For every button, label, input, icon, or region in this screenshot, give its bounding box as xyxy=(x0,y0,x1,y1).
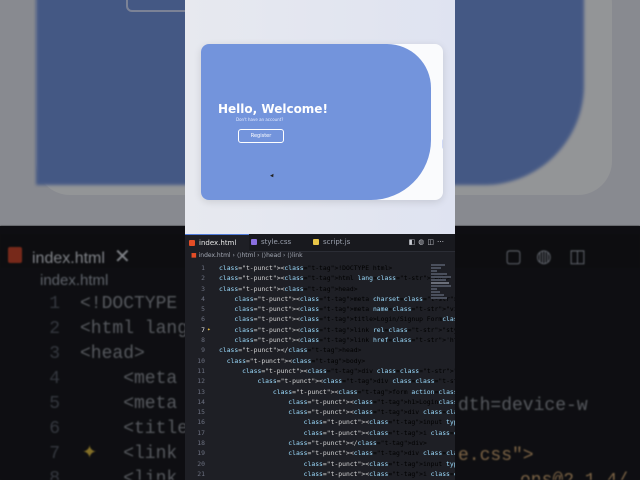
line-code: class="t-punct"><class="t-tag">head> xyxy=(219,284,358,293)
code-line[interactable]: 1 class="t-punct"><class="t-tag">!DOCTYPE… xyxy=(185,263,455,273)
line-number: 17 xyxy=(197,428,205,437)
line-number: 4 xyxy=(201,294,205,303)
tab-label: script.js xyxy=(323,238,351,246)
code-line[interactable]: 11 class="t-punct"><class="t-tag">div cl… xyxy=(185,366,455,376)
line-code: class="t-punct"><class="t-tag">html lang… xyxy=(219,274,450,283)
line-code: class="t-punct"><class="t-tag">h1>Loginc… xyxy=(288,397,455,406)
tab-index-html[interactable]: index.html xyxy=(185,234,249,252)
more-actions-icon[interactable]: ⋯ xyxy=(437,239,447,246)
line-code: class="t-punct"><class="t-tag">meta char… xyxy=(234,294,455,303)
line-number: 21 xyxy=(197,469,205,478)
code-line[interactable]: 2 class="t-punct"><class="t-tag">html lan… xyxy=(185,273,455,283)
login-form-card: Hello, Welcome! Don't have an account? R… xyxy=(201,44,443,200)
code-line[interactable]: 16 class="t-punct"><class="t-tag">input … xyxy=(185,417,455,427)
screen-recording-panel: Hello, Welcome! Don't have an account? R… xyxy=(185,0,455,480)
code-line[interactable]: 6 class="t-punct"><class="t-tag">title>L… xyxy=(185,314,455,324)
line-number: 15 xyxy=(197,408,205,417)
tab-script-js[interactable]: script.js xyxy=(311,234,371,251)
line-code: class="t-punct"></class="t-tag">div> xyxy=(288,439,427,448)
code-editor: index.html style.css script.js ◧◍◫⋯ ■ in… xyxy=(185,234,455,480)
code-line[interactable]: 20 class="t-punct"><class="t-tag">input … xyxy=(185,459,455,469)
line-number: 16 xyxy=(197,418,205,427)
line-code: class="t-punct"><class="t-tag">i class=c… xyxy=(303,428,455,437)
code-line[interactable]: 12 class="t-punct"><class="t-tag">div cl… xyxy=(185,376,455,386)
breadcrumb-item[interactable]: link xyxy=(292,252,303,259)
line-number: 19 xyxy=(197,449,205,458)
breadcrumb-item[interactable]: html xyxy=(242,252,256,259)
line-code: class="t-punct"><class="t-tag">!DOCTYPE … xyxy=(219,264,393,272)
line-code: class="t-punct"><class="t-tag">div class… xyxy=(288,408,455,417)
code-line[interactable]: 13 class="t-punct"><class="t-tag">form a… xyxy=(185,387,455,397)
code-line[interactable]: 21 class="t-punct"><class="t-tag">i clas… xyxy=(185,469,455,479)
line-code: class="t-punct"><class="t-tag">input typ… xyxy=(303,459,455,468)
css-icon xyxy=(251,239,257,245)
code-line[interactable]: 10 class="t-punct"><class="t-tag">body> xyxy=(185,356,455,366)
line-code: class="t-punct"><class="t-tag">i class=c… xyxy=(303,469,455,478)
open-preview-icon[interactable]: ◧ xyxy=(409,239,419,246)
html5-icon: ■ xyxy=(191,252,197,259)
tab-label: style.css xyxy=(261,238,292,246)
line-number: 14 xyxy=(197,397,205,406)
minimap[interactable] xyxy=(431,263,453,323)
line-code: class="t-punct"><class="t-tag">link href… xyxy=(234,336,455,345)
line-number: 5 xyxy=(201,305,205,314)
line-number: 3 xyxy=(201,284,205,293)
line-number: 7 xyxy=(201,325,205,334)
code-line[interactable]: 15 class="t-punct"><class="t-tag">div cl… xyxy=(185,407,455,417)
tab-style-css[interactable]: style.css xyxy=(249,234,309,251)
line-code: class="t-punct"><class="t-tag">title>Log… xyxy=(234,315,455,324)
line-code: class="t-punct"><class="t-tag">div class… xyxy=(242,366,455,375)
code-line[interactable]: 18 class="t-punct"></class="t-tag">div> xyxy=(185,438,455,448)
code-area[interactable]: 1 class="t-punct"><class="t-tag">!DOCTYPE… xyxy=(185,263,455,479)
line-code: class="t-punct"></class="t-tag">head> xyxy=(219,346,362,355)
line-code: class="t-punct"><class="t-tag">div class… xyxy=(288,449,455,458)
code-line[interactable]: 14 class="t-punct"><class="t-tag">h1>Log… xyxy=(185,397,455,407)
lightbulb-icon[interactable]: ✦ xyxy=(207,325,211,335)
line-code: class="t-punct"><class="t-tag">div class… xyxy=(257,377,455,386)
line-number: 1 xyxy=(201,264,205,272)
globe-icon[interactable]: ◍ xyxy=(418,239,427,246)
line-number: 11 xyxy=(197,366,205,375)
line-number: 10 xyxy=(197,356,205,365)
toggle-panel: Hello, Welcome! Don't have an account? R… xyxy=(201,44,431,200)
welcome-title: Hello, Welcome! xyxy=(218,102,328,116)
line-code: class="t-punct"><class="t-tag">form acti… xyxy=(272,387,455,396)
code-line[interactable]: 5 class="t-punct"><class="t-tag">meta na… xyxy=(185,304,455,314)
line-number: 9 xyxy=(201,346,205,355)
editor-tabbar: index.html style.css script.js ◧◍◫⋯ xyxy=(185,234,455,252)
line-number: 12 xyxy=(197,377,205,386)
line-number: 13 xyxy=(197,387,205,396)
html5-icon xyxy=(189,240,195,246)
line-number: 8 xyxy=(201,336,205,345)
code-line[interactable]: 19 class="t-punct"><class="t-tag">div cl… xyxy=(185,448,455,458)
breadcrumb-item[interactable]: head xyxy=(266,252,281,259)
line-number: 18 xyxy=(197,439,205,448)
line-code: class="t-punct"><class="t-tag">input typ… xyxy=(303,418,455,427)
line-number: 6 xyxy=(201,315,205,324)
line-code: class="t-punct"><class="t-tag">body> xyxy=(226,356,366,365)
js-icon xyxy=(313,239,319,245)
code-line[interactable]: 8 class="t-punct"><class="t-tag">link hr… xyxy=(185,335,455,345)
code-line[interactable]: 4 class="t-punct"><class="t-tag">meta ch… xyxy=(185,294,455,304)
editor-actions: ◧◍◫⋯ xyxy=(409,234,447,251)
form-edge-handle xyxy=(442,139,443,149)
code-line[interactable]: 17 class="t-punct"><class="t-tag">i clas… xyxy=(185,428,455,438)
register-button[interactable]: Register xyxy=(238,129,284,143)
breadcrumb: ■ index.html › ⟨⟩html › ⟨⟩head › ⟨⟩link xyxy=(191,252,303,259)
tab-label: index.html xyxy=(199,239,237,247)
code-line[interactable]: 9 class="t-punct"></class="t-tag">head> xyxy=(185,345,455,355)
breadcrumb-item[interactable]: index.html xyxy=(199,252,231,259)
browser-preview: Hello, Welcome! Don't have an account? R… xyxy=(185,0,455,234)
line-number: 2 xyxy=(201,274,205,283)
split-editor-icon[interactable]: ◫ xyxy=(427,239,437,246)
code-line[interactable]: 7 ✦ class="t-punct"><class="t-tag">link r… xyxy=(185,325,455,335)
line-code: class="t-punct"><class="t-tag">link rel=… xyxy=(234,325,455,334)
line-code: class="t-punct"><class="t-tag">meta name… xyxy=(234,305,455,314)
line-number: 20 xyxy=(197,459,205,468)
account-prompt: Don't have an account? xyxy=(236,117,284,122)
code-line[interactable]: 3 class="t-punct"><class="t-tag">head> xyxy=(185,284,455,294)
